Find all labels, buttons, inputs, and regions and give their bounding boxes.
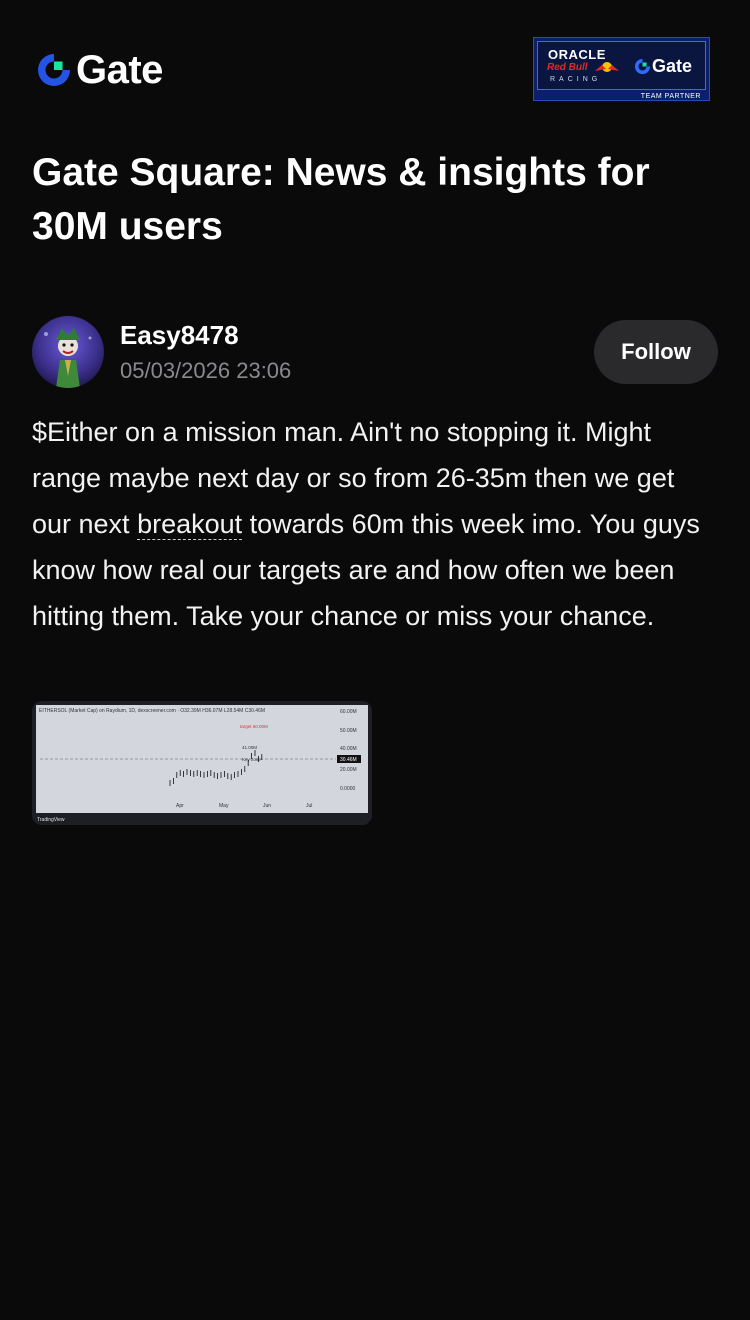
- tradingview-label: TradingView: [37, 817, 65, 823]
- partner-redbull-text: Red Bull: [547, 62, 588, 73]
- site-header: Gate ORACLE Red Bull RACING Gate TEAM PA…: [0, 0, 750, 140]
- y-tick-label: 0.0000: [340, 786, 356, 792]
- redbull-team-partner-badge[interactable]: ORACLE Red Bull RACING Gate TEAM PARTNER: [533, 37, 710, 101]
- author-name[interactable]: Easy8478: [120, 320, 239, 350]
- chart-image-attachment[interactable]: EITHERSOL (Market Cap) on Raydium, 1D, d…: [32, 701, 372, 825]
- follow-button[interactable]: Follow: [594, 320, 718, 384]
- post-body: $Either on a mission man. Ain't no stopp…: [32, 409, 718, 639]
- y-tick-label: 20.00M: [340, 767, 357, 773]
- redbull-icon: [595, 62, 619, 72]
- chart-annotation-target: target 60.00M: [240, 724, 268, 729]
- y-tick-label: 50.00M: [340, 728, 357, 734]
- partner-team-text: TEAM PARTNER: [640, 93, 701, 100]
- partner-gate-logo: Gate: [634, 55, 692, 77]
- gate-logo-text: Gate: [76, 48, 163, 92]
- y-tick-label: 60.00M: [340, 709, 357, 715]
- x-tick-label: Jul: [306, 803, 312, 809]
- chart-header-text: EITHERSOL (Market Cap) on Raydium, 1D, d…: [39, 708, 265, 714]
- gate-logo[interactable]: Gate: [36, 50, 163, 90]
- breakout-term-link[interactable]: breakout: [137, 509, 243, 540]
- x-tick-label: May: [219, 803, 229, 809]
- post-timestamp: 05/03/2026 23:06: [120, 358, 292, 383]
- x-tick-label: Jun: [263, 803, 271, 809]
- page-title: Gate Square: News & insights for 30M use…: [32, 151, 650, 248]
- avatar[interactable]: [32, 316, 104, 388]
- chart-thumbnail: EITHERSOL (Market Cap) on Raydium, 1D, d…: [32, 705, 372, 825]
- avatar-image: [32, 316, 104, 388]
- chart-footer-bar: [32, 813, 372, 825]
- chart-annotation-level: 41.00M: [242, 745, 257, 750]
- gate-logo-icon: [38, 54, 70, 86]
- post-author-row: Easy8478 05/03/2026 23:06 Follow: [32, 316, 718, 388]
- partner-badge-panel: ORACLE Red Bull RACING Gate: [537, 41, 706, 90]
- y-current-price-label: 30.46M: [340, 757, 357, 763]
- y-tick-label: 40.00M: [340, 746, 357, 752]
- partner-racing-text: RACING: [550, 76, 602, 83]
- x-tick-label: Apr: [176, 803, 184, 809]
- gate-logo-icon: [634, 58, 651, 74]
- partner-gate-text: Gate: [652, 55, 693, 76]
